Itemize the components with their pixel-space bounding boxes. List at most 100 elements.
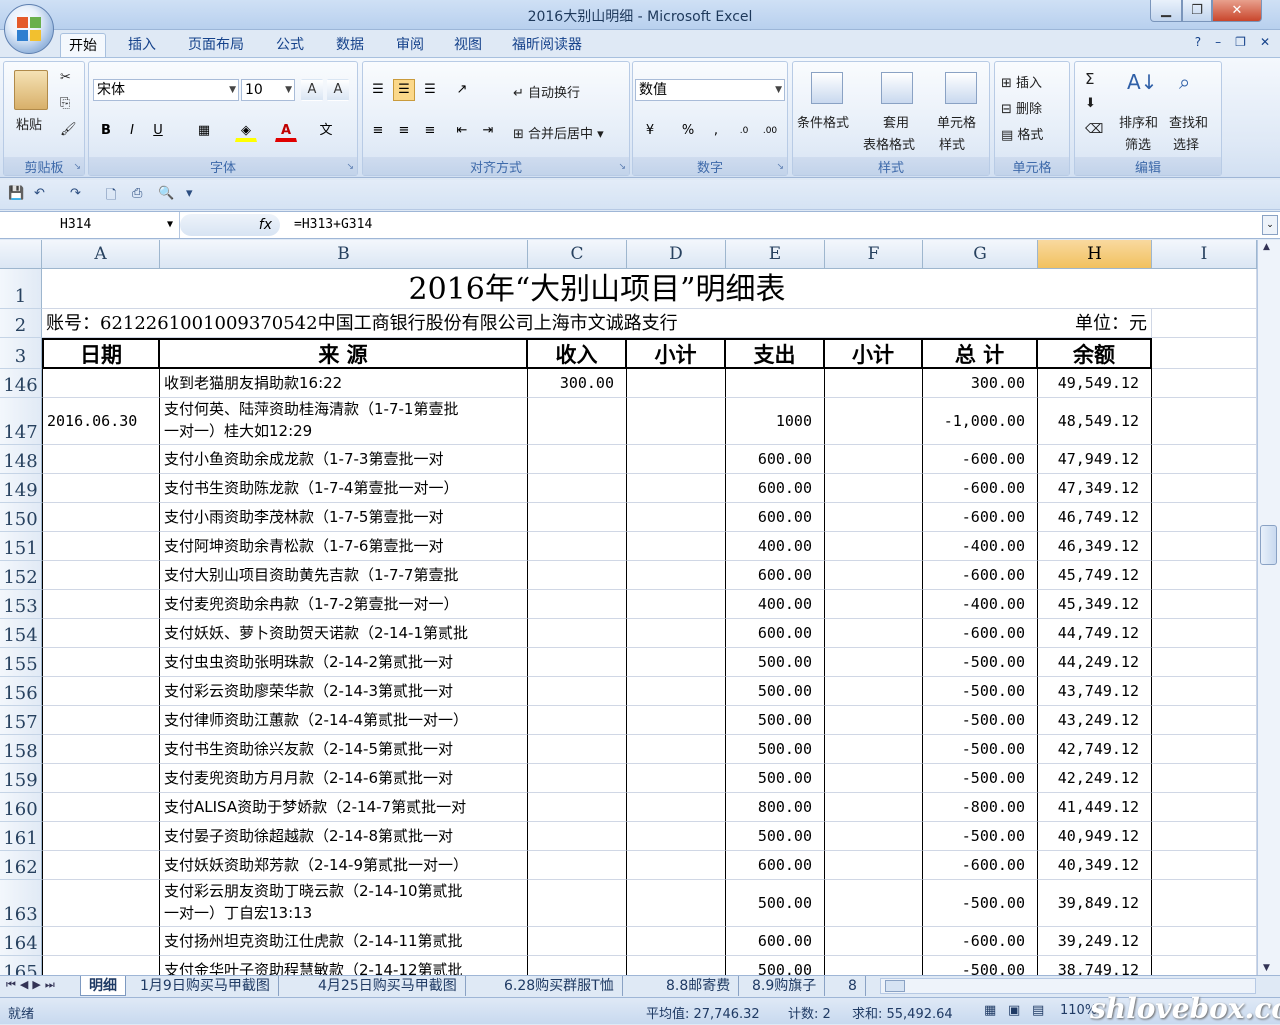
source-cell[interactable]: 支付大别山项目资助黄先吉款（1-7-7第壹批	[160, 561, 528, 590]
expense-cell[interactable]: 500.00	[726, 822, 825, 851]
expense-subtotal-cell[interactable]	[825, 677, 923, 706]
sheet-tab[interactable]: 4月25日购买马甲截图	[310, 976, 466, 996]
source-cell[interactable]: 支付ALISA资助于梦娇款（2-14-7第贰批一对	[160, 793, 528, 822]
increase-decimal-icon[interactable]: .0	[733, 120, 755, 142]
paste-button[interactable]: 粘贴	[16, 114, 42, 133]
italic-button[interactable]: I	[121, 120, 143, 142]
income-cell[interactable]	[528, 677, 627, 706]
income-cell[interactable]	[528, 648, 627, 677]
column-header-c[interactable]: C	[528, 240, 627, 269]
expense-cell[interactable]: 500.00	[726, 648, 825, 677]
expand-formula-icon[interactable]: ⌄	[1262, 215, 1278, 235]
cell-i3[interactable]	[1152, 338, 1257, 369]
format-painter-icon[interactable]: 🖌	[60, 122, 77, 137]
expense-subtotal-cell[interactable]	[825, 793, 923, 822]
balance-cell[interactable]: 40,949.12	[1038, 822, 1152, 851]
total-cell[interactable]: -500.00	[923, 822, 1038, 851]
worksheet-grid[interactable]: A B C D E F G H I 1 2 3 146 147 148 149 150 151 152 153 154 1…	[0, 240, 1257, 975]
row-header-156[interactable]: 156	[0, 677, 42, 706]
print-icon[interactable]: ⎙	[132, 186, 142, 201]
income-subtotal-cell[interactable]	[627, 474, 726, 503]
expense-cell[interactable]: 600.00	[726, 474, 825, 503]
row-header-165[interactable]: 165	[0, 956, 42, 975]
font-name-combo[interactable]: 宋体 ▼	[93, 79, 239, 101]
expense-subtotal-cell[interactable]	[825, 706, 923, 735]
expense-cell[interactable]: 600.00	[726, 503, 825, 532]
select-all-button[interactable]	[0, 240, 42, 269]
source-cell[interactable]: 支付书生资助徐兴友款（2-14-5第贰批一对	[160, 735, 528, 764]
source-cell[interactable]: 支付何英、陆萍资助桂海清款（1-7-1第壹批 一对一）桂大如12:29	[160, 398, 528, 445]
insert-function-button[interactable]: fx	[180, 214, 280, 236]
font-size-combo[interactable]: 10 ▼	[241, 79, 295, 101]
column-header-a[interactable]: A	[42, 240, 160, 269]
row-header-162[interactable]: 162	[0, 851, 42, 880]
income-cell[interactable]	[528, 474, 627, 503]
date-cell[interactable]	[42, 706, 160, 735]
cell-i[interactable]	[1152, 648, 1257, 677]
save-icon[interactable]: 💾	[8, 186, 24, 201]
date-cell[interactable]	[42, 880, 160, 927]
row-header-3[interactable]: 3	[0, 338, 42, 369]
tab-page-layout[interactable]: 页面布局	[180, 33, 252, 58]
number-format-combo[interactable]: 数值 ▼	[635, 79, 785, 101]
date-cell[interactable]	[42, 956, 160, 975]
income-subtotal-cell[interactable]	[627, 677, 726, 706]
expense-cell[interactable]: 500.00	[726, 706, 825, 735]
format-table-button-line1[interactable]: 套用	[883, 112, 909, 131]
balance-cell[interactable]: 42,249.12	[1038, 764, 1152, 793]
date-cell[interactable]	[42, 590, 160, 619]
sort-filter-button-line1[interactable]: 排序和	[1119, 112, 1158, 131]
cell-i[interactable]	[1152, 619, 1257, 648]
total-cell[interactable]: -500.00	[923, 648, 1038, 677]
cell-i[interactable]	[1152, 503, 1257, 532]
income-cell[interactable]	[528, 956, 627, 975]
balance-cell[interactable]: 41,449.12	[1038, 793, 1152, 822]
expense-cell[interactable]: 600.00	[726, 561, 825, 590]
align-top-icon[interactable]: ☰	[367, 79, 389, 101]
column-header-e[interactable]: E	[726, 240, 825, 269]
cell-i[interactable]	[1152, 822, 1257, 851]
expense-subtotal-cell[interactable]	[825, 956, 923, 975]
tab-formulas[interactable]: 公式	[268, 33, 312, 58]
row-header-152[interactable]: 152	[0, 561, 42, 590]
source-cell[interactable]: 支付彩云资助廖荣华款（2-14-3第贰批一对	[160, 677, 528, 706]
close-button[interactable]: ✕	[1212, 0, 1262, 22]
scroll-up-icon[interactable]: ▲	[1263, 242, 1270, 252]
dialog-launcher-icon[interactable]: ↘	[776, 162, 784, 172]
date-cell[interactable]	[42, 764, 160, 793]
income-subtotal-cell[interactable]	[627, 764, 726, 793]
expense-subtotal-cell[interactable]	[825, 927, 923, 956]
decrease-indent-icon[interactable]: ⇤	[451, 120, 473, 142]
cell-i[interactable]	[1152, 851, 1257, 880]
row-header-2[interactable]: 2	[0, 309, 42, 338]
format-table-button-line2[interactable]: 表格格式	[863, 134, 915, 153]
maximize-button[interactable]: ❐	[1182, 0, 1212, 22]
income-cell[interactable]	[528, 619, 627, 648]
merge-center-button[interactable]: ⊞ 合并后居中 ▾	[513, 123, 604, 142]
tab-data[interactable]: 数据	[328, 33, 372, 58]
date-cell[interactable]	[42, 735, 160, 764]
expense-subtotal-cell[interactable]	[825, 735, 923, 764]
date-cell[interactable]	[42, 851, 160, 880]
delete-cells-button[interactable]: ⊟ 删除	[1001, 98, 1042, 117]
wrap-text-button[interactable]: ↵ 自动换行	[513, 82, 580, 101]
expense-subtotal-cell[interactable]	[825, 398, 923, 445]
cell-i[interactable]	[1152, 735, 1257, 764]
currency-icon[interactable]: ¥	[639, 120, 661, 142]
expense-subtotal-cell[interactable]	[825, 764, 923, 793]
row-header-159[interactable]: 159	[0, 764, 42, 793]
balance-cell[interactable]: 44,249.12	[1038, 648, 1152, 677]
align-left-icon[interactable]: ≡	[367, 120, 389, 142]
formula-input[interactable]: =H313+G314	[294, 212, 372, 238]
source-cell[interactable]: 支付书生资助陈龙款（1-7-4第壹批一对一）	[160, 474, 528, 503]
income-cell[interactable]	[528, 503, 627, 532]
row-header-155[interactable]: 155	[0, 648, 42, 677]
row-header-150[interactable]: 150	[0, 503, 42, 532]
date-cell[interactable]	[42, 793, 160, 822]
income-subtotal-cell[interactable]	[627, 369, 726, 398]
row-header-163[interactable]: 163	[0, 880, 42, 927]
bold-button[interactable]: B	[95, 120, 117, 142]
row-header-158[interactable]: 158	[0, 735, 42, 764]
find-select-button-line1[interactable]: 查找和	[1169, 112, 1208, 131]
total-cell[interactable]: -600.00	[923, 474, 1038, 503]
